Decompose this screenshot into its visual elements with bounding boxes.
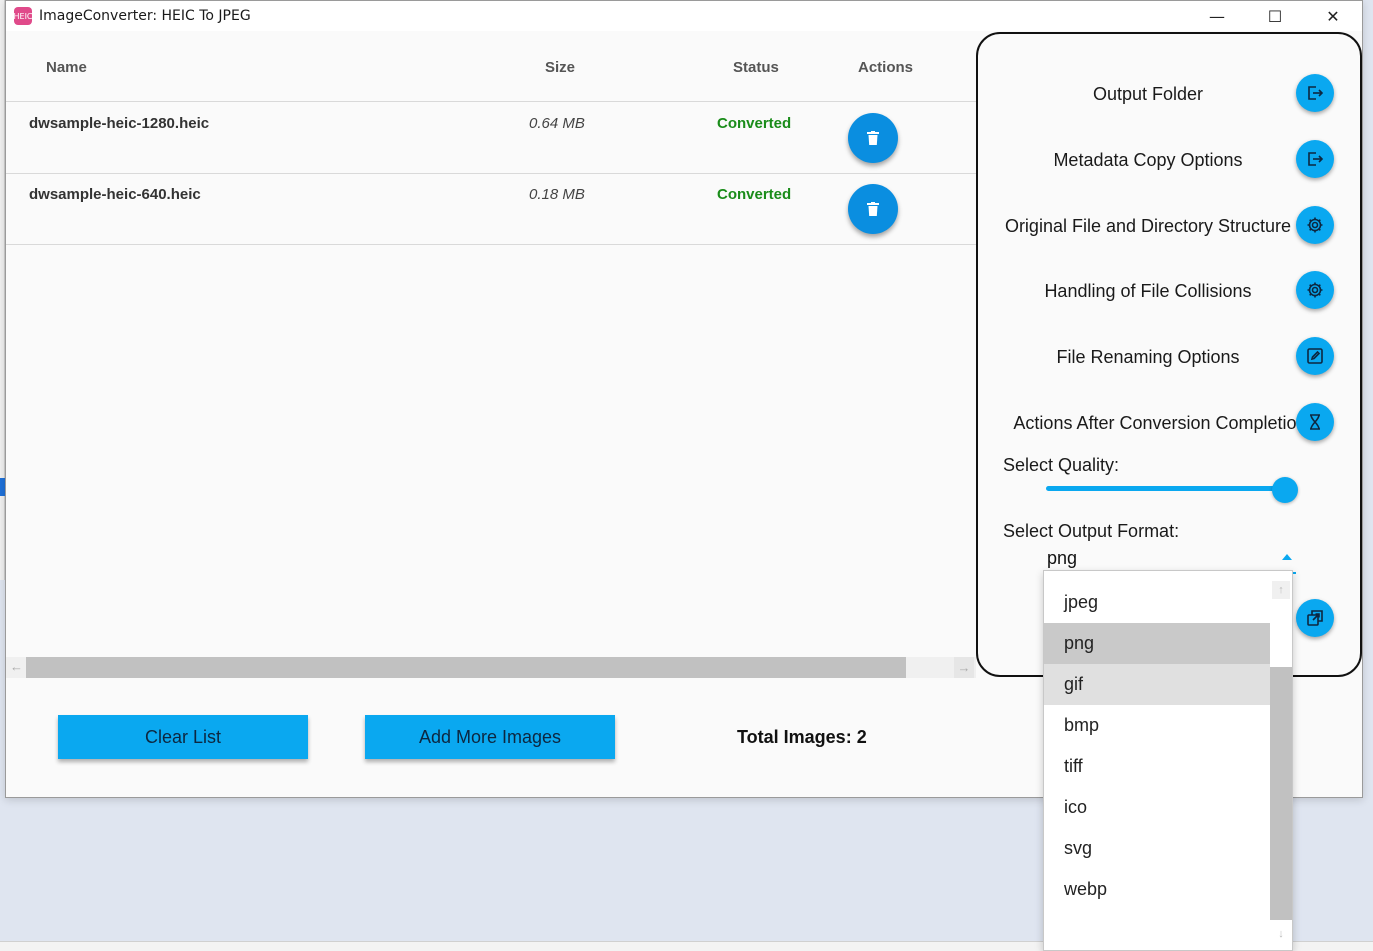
option-label: Output Folder [1092,84,1204,104]
scroll-up-arrow-icon[interactable]: ↑ [1272,581,1290,599]
option-directory-structure: Original File and Directory Structure [978,206,1364,246]
add-more-images-button[interactable]: Add More Images [365,715,615,759]
trash-icon [867,202,879,216]
column-header-actions: Actions [858,59,914,76]
trash-icon [867,131,879,145]
file-renaming-button[interactable] [1296,337,1334,375]
option-label: Handling of File Collisions [1044,281,1252,301]
format-option-gif[interactable]: gif [1044,664,1270,705]
file-status: Converted [717,186,792,203]
dropdown-scrollbar-thumb[interactable] [1270,667,1292,920]
title-bar: HEIC ImageConverter: HEIC To JPEG — ☐ ✕ [6,1,1362,31]
quality-label: Select Quality: [1003,455,1120,475]
gear-icon [1307,282,1323,298]
option-file-renaming: File Renaming Options [978,337,1364,377]
file-name: dwsample-heic-1280.heic [29,115,210,132]
column-header-size[interactable]: Size [545,59,575,76]
metadata-copy-options-button[interactable] [1296,140,1334,178]
quality-slider-thumb[interactable] [1272,477,1298,503]
logout-icon [1308,86,1324,100]
logout-icon [1308,152,1324,166]
option-metadata-copy: Metadata Copy Options [978,140,1364,180]
format-option-bmp[interactable]: bmp [1044,705,1270,746]
table-row[interactable]: dwsample-heic-640.heic 0.18 MB Converted [6,174,976,245]
file-size: 0.64 MB [529,115,585,132]
total-images-count: Total Images: 2 [737,727,867,747]
file-name: dwsample-heic-640.heic [29,186,201,203]
output-format-value: png [1047,548,1078,568]
output-format-dropdown: jpeg png gif bmp tiff ico svg webp ↑ ↓ [1043,570,1293,951]
format-option-webp[interactable]: webp [1044,869,1270,910]
dropdown-scrollbar[interactable]: ↑ ↓ [1270,581,1292,943]
table-header: Name Size Status Actions [6,32,976,102]
format-option-jpeg[interactable]: jpeg [1044,582,1270,623]
clear-list-button[interactable]: Clear List [58,715,308,759]
quality-slider-track[interactable] [1046,486,1286,491]
format-option-svg[interactable]: svg [1044,828,1270,869]
convert-button[interactable] [1296,599,1334,637]
file-size: 0.18 MB [529,186,585,203]
scroll-down-arrow-icon[interactable]: ↓ [1272,925,1290,943]
app-icon: HEIC [14,7,33,25]
minimize-button[interactable]: — [1188,1,1246,31]
option-output-folder: Output Folder [978,74,1364,114]
scrollbar-thumb[interactable] [26,657,906,678]
option-after-conversion: Actions After Conversion Completion [978,403,1364,443]
option-label: File Renaming Options [1056,347,1240,367]
option-label: Actions After Conversion Completion [1013,413,1307,433]
hourglass-icon [1310,414,1320,430]
caret-up-icon [1282,554,1292,560]
option-file-collisions: Handling of File Collisions [978,271,1364,311]
delete-button[interactable] [848,113,898,163]
gear-icon [1307,217,1323,233]
option-label: Metadata Copy Options [1053,150,1243,170]
format-option-ico[interactable]: ico [1044,787,1270,828]
file-status: Converted [717,115,792,132]
directory-structure-button[interactable] [1296,206,1334,244]
edit-icon [1307,348,1323,364]
format-option-png[interactable]: png [1044,623,1270,664]
option-label: Original File and Directory Structure [1004,216,1292,236]
column-header-status[interactable]: Status [733,59,779,76]
scroll-left-arrow-icon[interactable]: ← [10,659,23,674]
output-folder-button[interactable] [1296,74,1334,112]
table-row[interactable]: dwsample-heic-1280.heic 0.64 MB Converte… [6,103,976,174]
delete-button[interactable] [848,184,898,234]
format-option-tiff[interactable]: tiff [1044,746,1270,787]
maximize-button[interactable]: ☐ [1246,1,1304,31]
scroll-right-arrow-icon[interactable]: → [954,657,974,678]
open-external-icon [1307,610,1323,626]
close-button[interactable]: ✕ [1304,1,1362,31]
output-format-label: Select Output Format: [1003,521,1180,541]
horizontal-scrollbar[interactable]: ← → [6,657,976,678]
window-title: ImageConverter: HEIC To JPEG [39,8,251,24]
column-header-name[interactable]: Name [46,59,87,76]
file-collisions-button[interactable] [1296,271,1334,309]
window-controls: — ☐ ✕ [1188,1,1362,31]
after-conversion-button[interactable] [1296,403,1334,441]
